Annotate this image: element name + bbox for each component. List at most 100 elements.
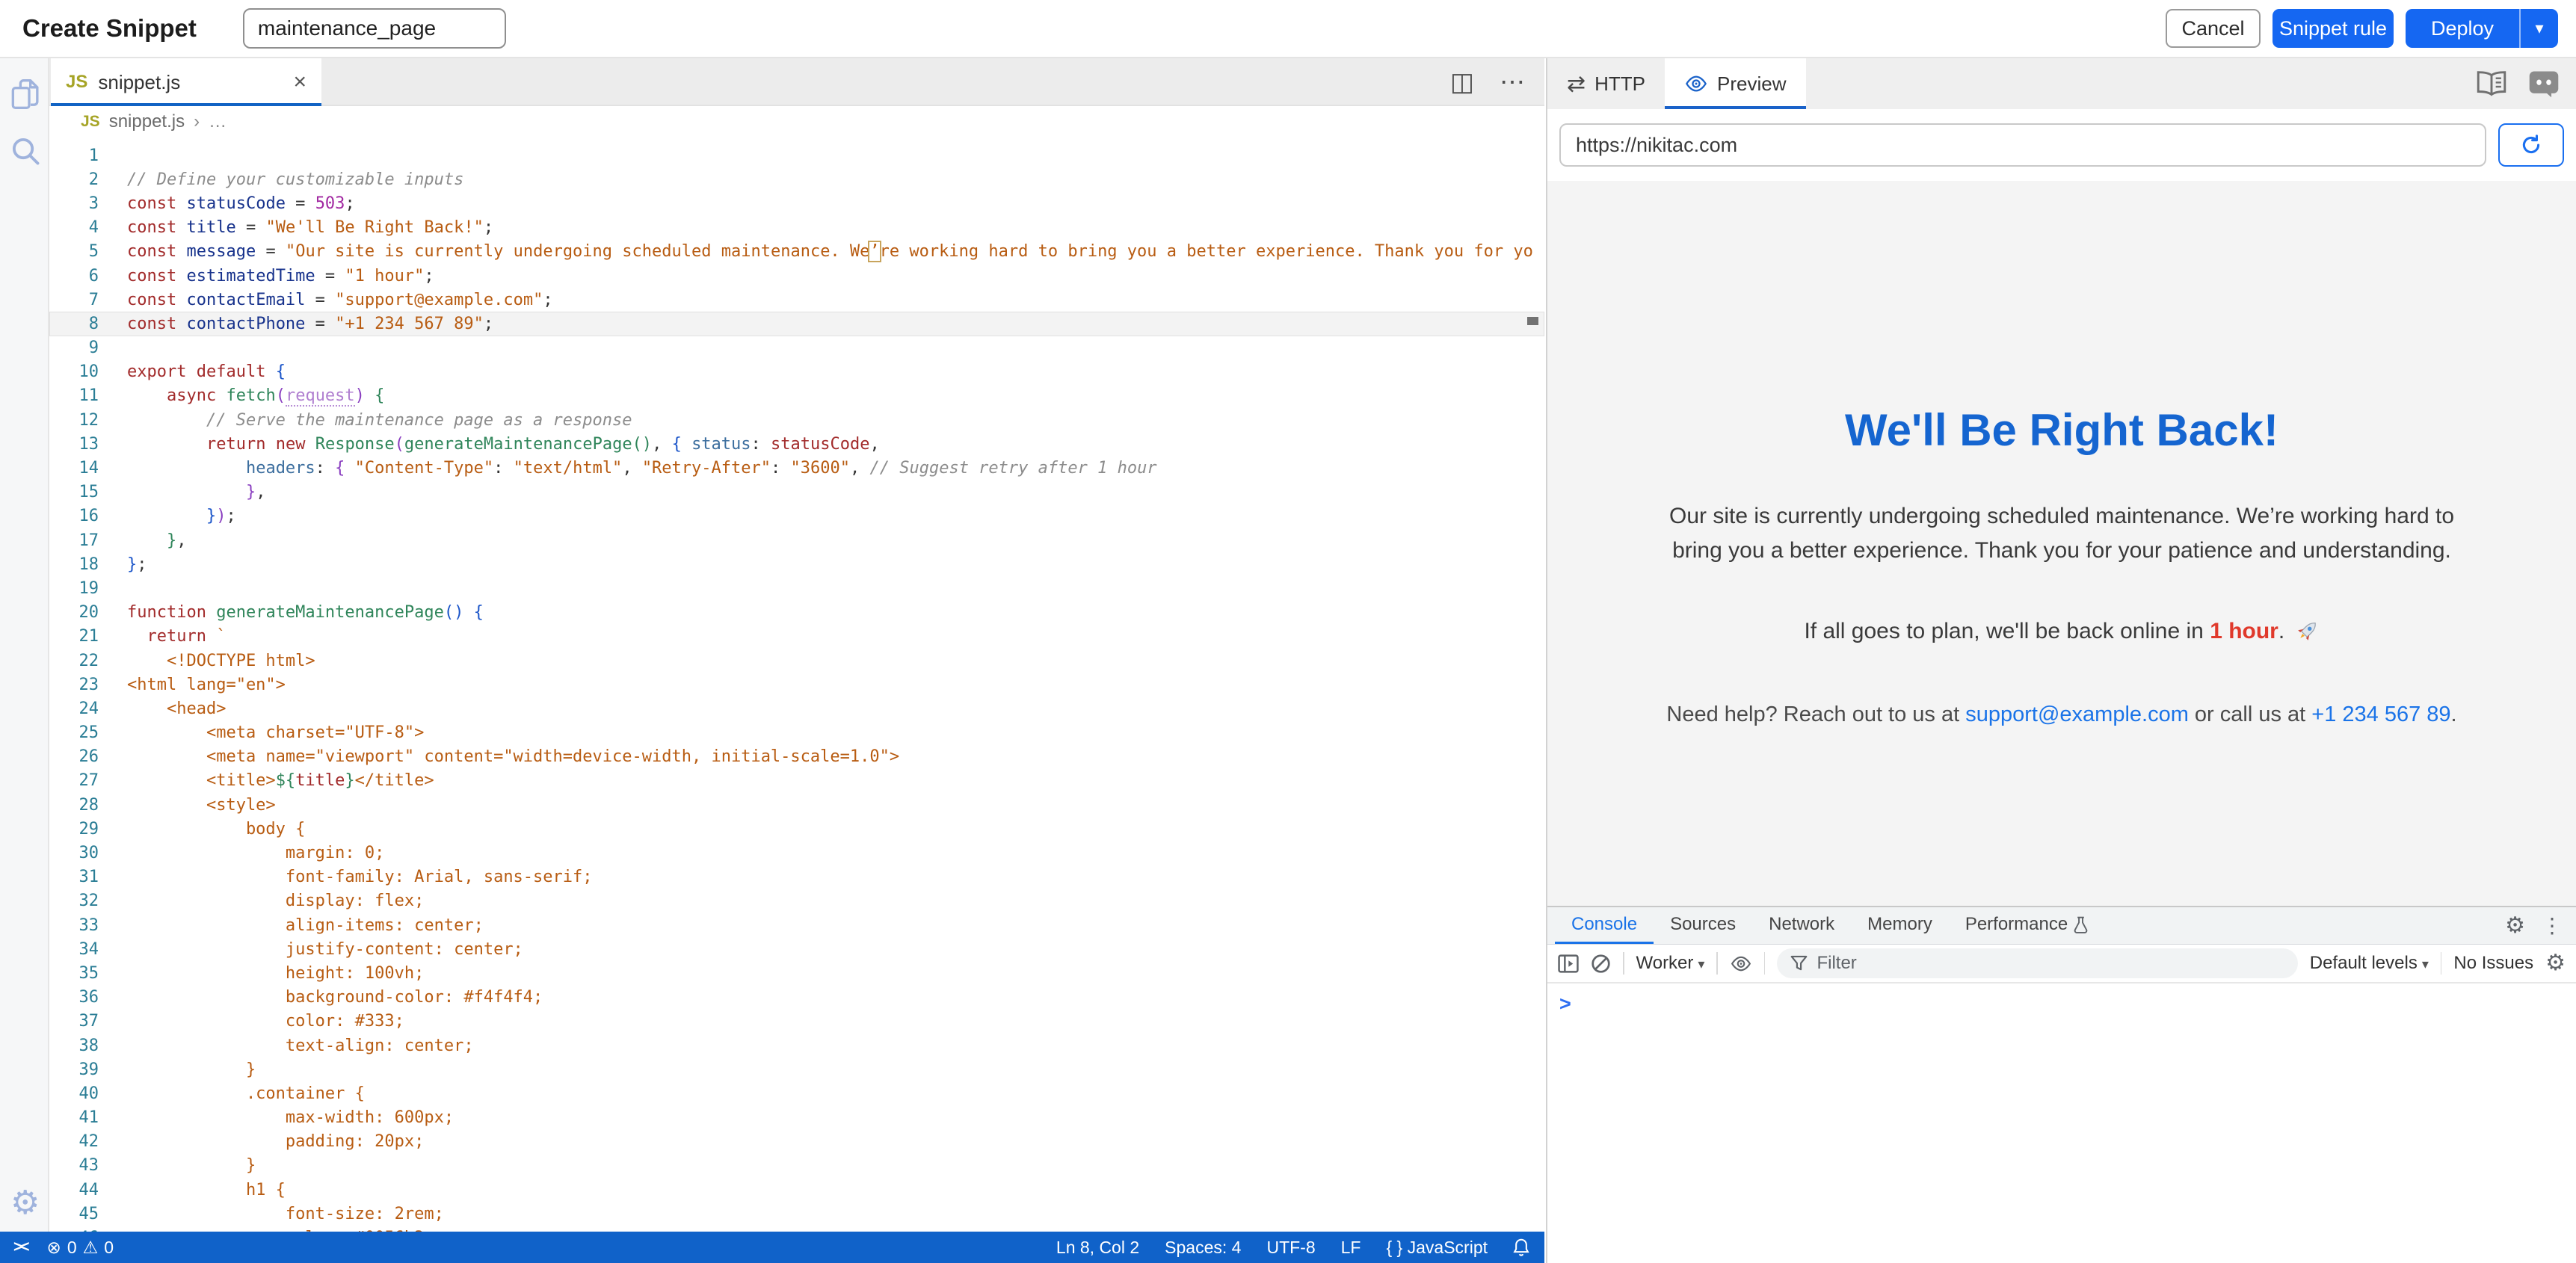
- code-line[interactable]: 36 background-color: #f4f4f4;: [49, 986, 1544, 1010]
- devtools-tab-sources[interactable]: Sources: [1654, 907, 1752, 944]
- eol-sequence[interactable]: LF: [1341, 1238, 1361, 1258]
- code-line[interactable]: 35 height: 100vh;: [49, 961, 1544, 985]
- issues-counter[interactable]: No Issues: [2453, 953, 2533, 974]
- console-prompt-chevron[interactable]: >: [1559, 992, 1571, 1015]
- support-phone-link[interactable]: +1 234 567 89: [2311, 702, 2450, 726]
- console-filter[interactable]: [1777, 948, 2297, 978]
- code-line[interactable]: 26 <meta name="viewport" content="width=…: [49, 745, 1544, 769]
- divider: [1764, 952, 1766, 975]
- split-editor-icon[interactable]: ◫: [1450, 67, 1474, 97]
- code-line[interactable]: 1: [49, 143, 1544, 167]
- code-line[interactable]: 5const message = "Our site is currently …: [49, 240, 1544, 264]
- devtools-tab-network[interactable]: Network: [1752, 907, 1851, 944]
- indentation[interactable]: Spaces: 4: [1165, 1238, 1241, 1258]
- code-line[interactable]: 12 // Serve the maintenance page as a re…: [49, 408, 1544, 432]
- console-settings-icon[interactable]: ⚙: [2545, 952, 2566, 975]
- deploy-button[interactable]: Deploy: [2406, 9, 2519, 48]
- live-expression-eye-icon[interactable]: [1730, 956, 1752, 972]
- editor-tab-strip: JS snippet.js × ◫ ⋯: [49, 58, 1544, 106]
- problems-indicator[interactable]: ⊗ 0 ⚠ 0: [47, 1238, 114, 1258]
- devtools-tab-console[interactable]: Console: [1555, 907, 1654, 944]
- code-line[interactable]: 10export default {: [49, 360, 1544, 384]
- tab-preview[interactable]: Preview: [1665, 58, 1805, 109]
- code-line[interactable]: 21 return `: [49, 625, 1544, 649]
- devtools-tab-performance[interactable]: Performance: [1949, 907, 2104, 944]
- app-header: Create Snippet Cancel Snippet rule Deplo…: [0, 0, 2576, 58]
- filter-input[interactable]: [1817, 953, 2284, 974]
- preview-header-icons: [2476, 58, 2576, 109]
- refresh-button[interactable]: [2498, 123, 2564, 167]
- cursor-position[interactable]: Ln 8, Col 2: [1056, 1238, 1139, 1258]
- code-line[interactable]: 45 font-size: 2rem;: [49, 1202, 1544, 1226]
- remote-window-icon[interactable]: ><: [13, 1238, 28, 1256]
- code-line[interactable]: 17 },: [49, 528, 1544, 552]
- snippet-rule-button[interactable]: Snippet rule: [2273, 9, 2394, 48]
- code-line[interactable]: 34 justify-content: center;: [49, 937, 1544, 961]
- discord-icon[interactable]: [2528, 70, 2560, 98]
- code-line[interactable]: 4const title = "We'll Be Right Back!";: [49, 216, 1544, 240]
- search-icon[interactable]: [10, 136, 40, 166]
- tab-http[interactable]: ⇄ HTTP: [1547, 58, 1665, 109]
- code-line[interactable]: 8const contactPhone = "+1 234 567 89";: [49, 312, 1544, 336]
- code-line[interactable]: 32 display: flex;: [49, 889, 1544, 913]
- code-line[interactable]: 23<html lang="en">: [49, 673, 1544, 697]
- code-line[interactable]: 43 }: [49, 1154, 1544, 1178]
- code-line[interactable]: 3const statusCode = 503;: [49, 191, 1544, 215]
- code-line[interactable]: 9: [49, 336, 1544, 360]
- support-email-link[interactable]: support@example.com: [1965, 702, 2189, 726]
- bell-icon[interactable]: [1513, 1238, 1529, 1257]
- close-icon[interactable]: ×: [293, 70, 306, 95]
- code-line[interactable]: 16 });: [49, 504, 1544, 528]
- code-line[interactable]: 31 font-family: Arial, sans-serif;: [49, 865, 1544, 889]
- gear-icon[interactable]: ⚙: [10, 1187, 40, 1220]
- tab-snippet-js[interactable]: JS snippet.js ×: [51, 58, 321, 106]
- devtools-tab-memory[interactable]: Memory: [1851, 907, 1949, 944]
- code-line[interactable]: 24 <head>: [49, 697, 1544, 720]
- code-line[interactable]: 29 body {: [49, 817, 1544, 841]
- devtools-settings-icon[interactable]: ⚙: [2505, 915, 2525, 937]
- language-mode[interactable]: { } JavaScript: [1386, 1238, 1488, 1258]
- code-line[interactable]: 37 color: #333;: [49, 1010, 1544, 1034]
- breadcrumb[interactable]: JS snippet.js › …: [49, 106, 1544, 138]
- code-line[interactable]: 42 padding: 20px;: [49, 1130, 1544, 1154]
- code-line[interactable]: 18};: [49, 552, 1544, 576]
- encoding[interactable]: UTF-8: [1266, 1238, 1315, 1258]
- clear-console-icon[interactable]: [1591, 954, 1611, 974]
- snippet-name-input[interactable]: [243, 8, 506, 49]
- code-line[interactable]: 25 <meta charset="UTF-8">: [49, 721, 1544, 745]
- more-actions-icon[interactable]: ⋯: [1500, 67, 1526, 97]
- code-line[interactable]: 20function generateMaintenancePage() {: [49, 601, 1544, 625]
- code-line[interactable]: 44 h1 {: [49, 1178, 1544, 1202]
- log-levels-selector[interactable]: Default levels▾: [2310, 953, 2429, 974]
- code-line[interactable]: 33 align-items: center;: [49, 913, 1544, 937]
- code-line[interactable]: 11 async fetch(request) {: [49, 384, 1544, 408]
- docs-book-icon[interactable]: [2476, 71, 2507, 96]
- code-line[interactable]: 30 margin: 0;: [49, 841, 1544, 865]
- code-line[interactable]: 27 <title>${title}</title>: [49, 769, 1544, 793]
- code-line[interactable]: 28 <style>: [49, 793, 1544, 817]
- code-line[interactable]: 19: [49, 576, 1544, 600]
- code-line[interactable]: 38 text-align: center;: [49, 1034, 1544, 1057]
- code-text: <meta name="viewport" content="width=dev…: [127, 747, 899, 766]
- context-selector[interactable]: Worker▾: [1636, 953, 1705, 974]
- code-line[interactable]: 46 color: #0056b3;: [49, 1226, 1544, 1232]
- cancel-button[interactable]: Cancel: [2166, 9, 2261, 48]
- code-line[interactable]: 41 max-width: 600px;: [49, 1106, 1544, 1130]
- code-editor[interactable]: 12// Define your customizable inputs3con…: [49, 138, 1544, 1232]
- code-line[interactable]: 39 }: [49, 1057, 1544, 1081]
- code-line[interactable]: 7const contactEmail = "support@example.c…: [49, 288, 1544, 312]
- files-icon[interactable]: [10, 78, 40, 111]
- preview-url-input[interactable]: [1559, 123, 2486, 167]
- line-number: 43: [49, 1156, 127, 1175]
- console-output[interactable]: >: [1547, 983, 2576, 1025]
- code-line[interactable]: 13 return new Response(generateMaintenan…: [49, 432, 1544, 456]
- code-line[interactable]: 2// Define your customizable inputs: [49, 167, 1544, 191]
- code-line[interactable]: 6const estimatedTime = "1 hour";: [49, 264, 1544, 288]
- kebab-menu-icon[interactable]: ⋮: [2542, 913, 2563, 938]
- code-line[interactable]: 22 <!DOCTYPE html>: [49, 649, 1544, 673]
- console-sidebar-icon[interactable]: [1558, 954, 1579, 973]
- deploy-dropdown-button[interactable]: ▾: [2519, 9, 2558, 48]
- code-line[interactable]: 14 headers: { "Content-Type": "text/html…: [49, 456, 1544, 480]
- code-line[interactable]: 15 },: [49, 481, 1544, 504]
- code-line[interactable]: 40 .container {: [49, 1081, 1544, 1105]
